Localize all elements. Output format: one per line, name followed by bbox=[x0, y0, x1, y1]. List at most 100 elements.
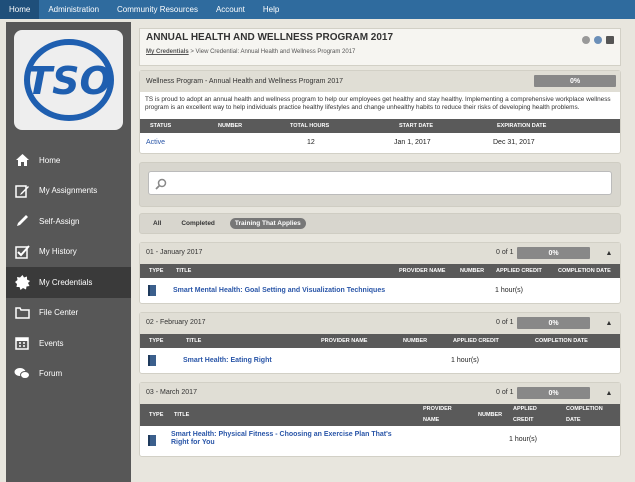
start-date-value: Jan 1, 2017 bbox=[394, 139, 431, 146]
sidebar-item-my-credentials[interactable]: My Credentials bbox=[6, 267, 131, 298]
checkbox-icon bbox=[14, 244, 30, 260]
status-link[interactable]: Active bbox=[146, 139, 165, 146]
col-provider: PROVIDER bbox=[423, 406, 452, 412]
chat-icon bbox=[14, 366, 30, 382]
collapse-icon[interactable]: ▲ bbox=[602, 246, 616, 260]
col-credit: CREDIT bbox=[513, 417, 534, 423]
course-link[interactable]: Smart Health: Eating Right bbox=[183, 357, 272, 364]
help-icon[interactable] bbox=[582, 36, 590, 44]
top-nav: Home Administration Community Resources … bbox=[0, 0, 635, 19]
breadcrumb: My Credentials > View Credential: Annual… bbox=[146, 49, 614, 55]
back-icon[interactable] bbox=[594, 36, 602, 44]
col-number: NUMBER bbox=[403, 338, 428, 344]
pencil-icon bbox=[14, 213, 30, 229]
sidebar-item-label: Forum bbox=[39, 369, 63, 379]
tso-logo-icon: TSO bbox=[23, 39, 114, 121]
sidebar-item-events[interactable]: Events bbox=[6, 328, 131, 359]
sidebar: TSO Home My Assignments Self-Assign My H… bbox=[6, 22, 131, 482]
section-header: 02 - February 2017 0 of 1 0% ▲ bbox=[140, 313, 620, 334]
collapse-icon[interactable]: ▲ bbox=[602, 386, 616, 400]
col-provider-name: PROVIDER NAME bbox=[399, 268, 446, 274]
edit-icon bbox=[14, 183, 30, 199]
col-start-date: START DATE bbox=[399, 123, 434, 129]
section-count: 0 of 1 bbox=[496, 249, 514, 256]
tab-all[interactable]: All bbox=[148, 218, 166, 229]
col-total-hours: TOTAL HOURS bbox=[290, 123, 330, 129]
applied-credit-value: 1 hour(s) bbox=[495, 287, 524, 294]
col-number: NUMBER bbox=[478, 412, 503, 418]
nav-help[interactable]: Help bbox=[254, 0, 288, 19]
col-applied-credit: APPLIED CREDIT bbox=[453, 338, 499, 344]
sidebar-item-label: My History bbox=[39, 247, 77, 257]
breadcrumb-my-credentials[interactable]: My Credentials bbox=[146, 49, 189, 55]
sidebar-item-label: My Assignments bbox=[39, 186, 98, 196]
program-progress-bar: 0% bbox=[534, 75, 616, 87]
nav-community-resources[interactable]: Community Resources bbox=[108, 0, 207, 19]
section-table-header: TYPE TITLE PROVIDER NAME NUMBER APPLIED … bbox=[140, 404, 620, 426]
section-table-header: TYPE TITLE PROVIDER NAME NUMBER APPLIED … bbox=[140, 264, 620, 278]
col-name: NAME bbox=[423, 417, 440, 423]
table-row: Smart Health: Eating Right 1 hour(s) bbox=[140, 348, 620, 373]
tab-training-that-applies[interactable]: Training That Applies bbox=[229, 218, 306, 229]
logo[interactable]: TSO bbox=[14, 30, 123, 130]
calendar-icon bbox=[14, 335, 30, 351]
col-type: TYPE bbox=[149, 338, 164, 344]
sidebar-item-home[interactable]: Home bbox=[6, 145, 131, 176]
filter-tabs: All Completed Training That Applies bbox=[139, 213, 621, 234]
col-type: TYPE bbox=[149, 412, 164, 418]
page-header: ANNUAL HEALTH AND WELLNESS PROGRAM 2017 … bbox=[139, 28, 621, 66]
course-link[interactable]: Smart Health: Physical Fitness - Choosin… bbox=[171, 431, 411, 447]
nav-home[interactable]: Home bbox=[0, 0, 40, 19]
home-icon bbox=[14, 152, 30, 168]
section-title: 03 - March 2017 bbox=[146, 389, 197, 396]
month-section-february: 02 - February 2017 0 of 1 0% ▲ TYPE TITL… bbox=[139, 312, 621, 374]
sidebar-item-self-assign[interactable]: Self-Assign bbox=[6, 206, 131, 237]
col-title: TITLE bbox=[174, 412, 190, 418]
program-header: Wellness Program - Annual Health and Wel… bbox=[140, 71, 620, 92]
sidebar-item-label: File Center bbox=[39, 308, 79, 318]
col-completion-date: COMPLETION DATE bbox=[558, 268, 611, 274]
section-count: 0 of 1 bbox=[496, 319, 514, 326]
course-book-icon bbox=[148, 285, 156, 296]
sidebar-item-forum[interactable]: Forum bbox=[6, 359, 131, 390]
search-input[interactable] bbox=[148, 171, 612, 195]
sidebar-item-my-history[interactable]: My History bbox=[6, 237, 131, 268]
section-title: 01 - January 2017 bbox=[146, 249, 203, 256]
badge-icon bbox=[14, 274, 30, 290]
month-section-march: 03 - March 2017 0 of 1 0% ▲ TYPE TITLE P… bbox=[139, 382, 621, 457]
col-completion: COMPLETION bbox=[566, 406, 603, 412]
col-expiration-date: EXPIRATION DATE bbox=[497, 123, 547, 129]
col-provider-name: PROVIDER NAME bbox=[321, 338, 368, 344]
col-applied-credit: APPLIED CREDIT bbox=[496, 268, 542, 274]
total-hours-value: 12 bbox=[307, 139, 315, 146]
sidebar-item-file-center[interactable]: File Center bbox=[6, 298, 131, 329]
header-icons bbox=[582, 36, 614, 44]
applied-credit-value: 1 hour(s) bbox=[451, 357, 480, 364]
course-book-icon bbox=[148, 355, 156, 366]
sidebar-item-label: Self-Assign bbox=[39, 216, 80, 226]
course-link[interactable]: Smart Mental Health: Goal Setting and Vi… bbox=[173, 287, 385, 294]
search-icon bbox=[155, 178, 167, 190]
applied-credit-value: 1 hour(s) bbox=[509, 436, 538, 443]
tab-completed[interactable]: Completed bbox=[176, 218, 220, 229]
section-count: 0 of 1 bbox=[496, 389, 514, 396]
sidebar-item-my-assignments[interactable]: My Assignments bbox=[6, 176, 131, 207]
col-number: NUMBER bbox=[460, 268, 485, 274]
table-row: Smart Mental Health: Goal Setting and Vi… bbox=[140, 278, 620, 303]
page-title: ANNUAL HEALTH AND WELLNESS PROGRAM 2017 bbox=[146, 32, 394, 43]
program-panel: Wellness Program - Annual Health and Wel… bbox=[139, 70, 621, 154]
section-progress-bar: 0% bbox=[517, 387, 590, 399]
nav-account[interactable]: Account bbox=[207, 0, 254, 19]
program-title: Wellness Program - Annual Health and Wel… bbox=[146, 78, 344, 85]
breadcrumb-current: > View Credential: Annual Health and Wel… bbox=[188, 49, 356, 55]
collapse-icon[interactable]: ▲ bbox=[602, 316, 616, 330]
nav-administration[interactable]: Administration bbox=[39, 0, 108, 19]
section-title: 02 - February 2017 bbox=[146, 319, 206, 326]
program-description: TS is proud to adopt an annual health an… bbox=[145, 96, 611, 111]
section-header: 03 - March 2017 0 of 1 0% ▲ bbox=[140, 383, 620, 404]
month-section-january: 01 - January 2017 0 of 1 0% ▲ TYPE TITLE… bbox=[139, 242, 621, 304]
program-table-header: STATUS NUMBER TOTAL HOURS START DATE EXP… bbox=[140, 119, 620, 133]
col-date: DATE bbox=[566, 417, 581, 423]
print-icon[interactable] bbox=[606, 36, 614, 44]
section-table-header: TYPE TITLE PROVIDER NAME NUMBER APPLIED … bbox=[140, 334, 620, 348]
